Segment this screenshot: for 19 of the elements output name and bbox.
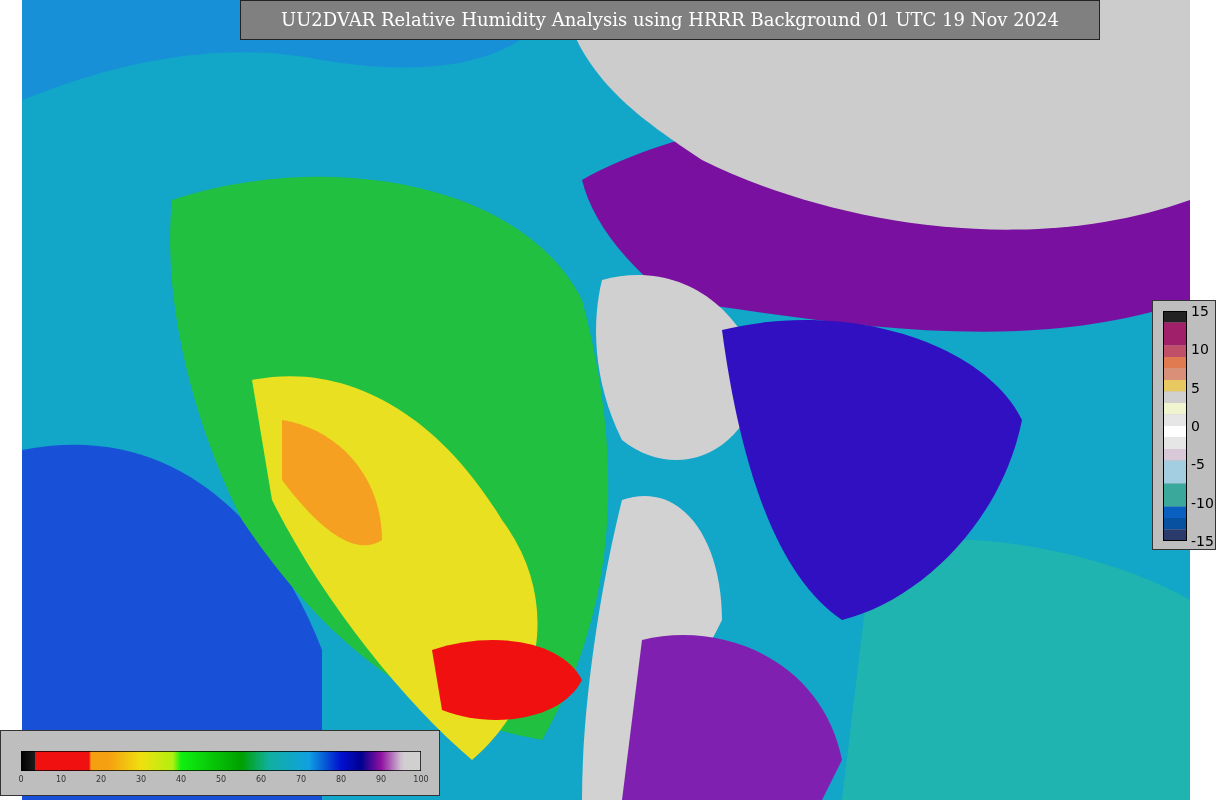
scale-label: -15 <box>1191 533 1214 549</box>
scale-label: 10 <box>1191 341 1209 358</box>
scale-label: 70 <box>295 775 307 785</box>
scale-label: 15 <box>1191 303 1209 319</box>
scale-label: 10 <box>55 775 67 785</box>
scale-label: -5 <box>1191 456 1205 473</box>
scale-label: 30 <box>135 775 147 785</box>
scale-label: 20 <box>95 775 107 785</box>
scale-label: -10 <box>1191 494 1214 511</box>
scale-label: 50 <box>215 775 227 785</box>
scale-label: 100 <box>413 775 429 785</box>
scale-label: 0 <box>18 775 24 785</box>
scale-label: 60 <box>255 775 267 785</box>
scale-label: 0 <box>1191 418 1200 434</box>
scale-label: 80 <box>335 775 347 785</box>
scale-label: 40 <box>175 775 187 785</box>
scale-label: 90 <box>375 775 387 785</box>
map-title: UU2DVAR Relative Humidity Analysis using HRRR Background 01 UTC 19 Nov 2024 <box>240 0 1100 40</box>
scale-label: 5 <box>1191 379 1200 396</box>
